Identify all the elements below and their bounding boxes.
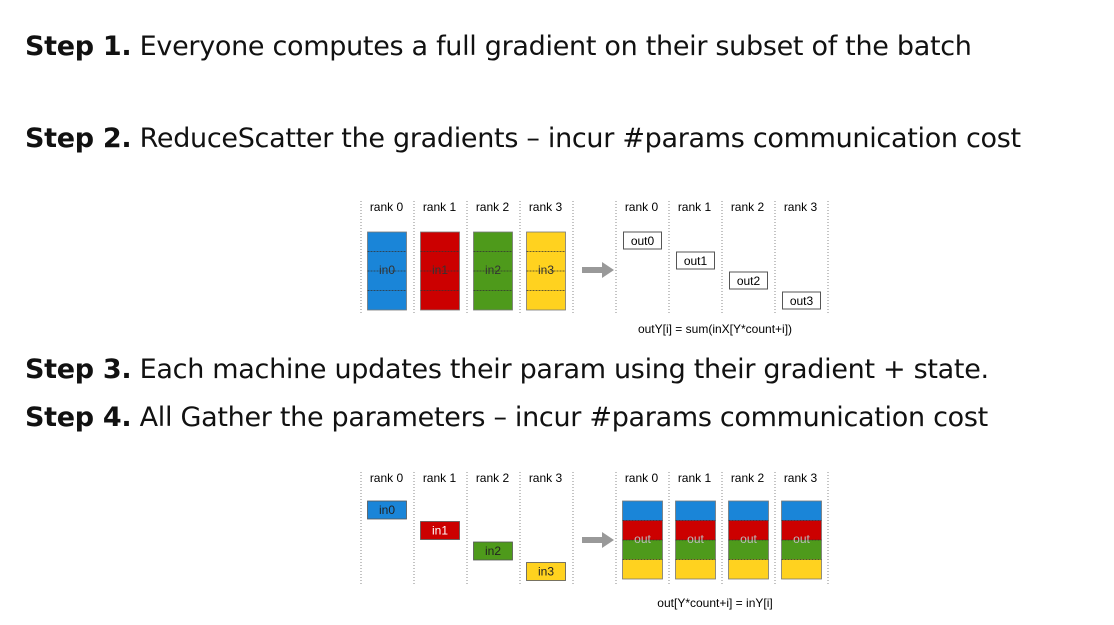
right-arrow-icon xyxy=(582,262,614,278)
bar-segment-3 xyxy=(675,559,716,579)
arrow-shape xyxy=(582,532,614,548)
bar-segment-3 xyxy=(728,559,769,579)
rank-label-0: rank 0 xyxy=(370,200,404,214)
step-4: Step 4. All Gather the parameters – incu… xyxy=(25,402,988,433)
step-3: Step 3. Each machine updates their param… xyxy=(25,354,989,385)
bar-segment-3 xyxy=(622,559,663,579)
step-4-label: Step 4. xyxy=(25,402,132,433)
step-4-text: All Gather the parameters – incur #param… xyxy=(139,402,989,433)
input-label-3: in3 xyxy=(538,565,554,579)
rank-label-3: rank 3 xyxy=(784,471,818,485)
bar-segment-0 xyxy=(473,232,513,252)
rank-label-0: rank 0 xyxy=(370,471,404,485)
rank-label-0: rank 0 xyxy=(625,200,659,214)
rank-label-0: rank 0 xyxy=(625,471,659,485)
step-1-text: Everyone computes a full gradient on the… xyxy=(139,31,972,62)
input-label-0: in0 xyxy=(379,263,395,277)
output-box-3: out3 xyxy=(782,291,821,310)
step-3-text: Each machine updates their param using t… xyxy=(139,354,989,385)
bar-segment-3 xyxy=(367,290,407,310)
all-gather-svg: rank 0 rank 1 rank 2 rank 3 rank 0 rank 1 rank… xyxy=(360,471,829,610)
rank-label-1: rank 1 xyxy=(678,200,712,214)
output-label-2: out xyxy=(740,532,757,546)
rank-label-1: rank 1 xyxy=(423,200,457,214)
rank-label-2: rank 2 xyxy=(731,471,765,485)
input-box-1: in1 xyxy=(420,521,460,540)
step-1-label: Step 1. xyxy=(25,31,132,62)
bar-segment-0 xyxy=(622,501,663,521)
bar-segment-3 xyxy=(526,290,566,310)
output-label-1: out1 xyxy=(684,254,708,268)
rank-label-2: rank 2 xyxy=(476,471,510,485)
bar-segment-0 xyxy=(420,232,460,252)
step-2-text: ReduceScatter the gradients – incur #par… xyxy=(139,123,1021,154)
output-label-1: out xyxy=(687,532,704,546)
rank-label-2: rank 2 xyxy=(476,200,510,214)
output-label-0: out xyxy=(634,532,651,546)
input-label-1: in1 xyxy=(432,263,448,277)
bar-segment-0 xyxy=(728,501,769,521)
all-gather-formula: out[Y*count+i] = inY[i] xyxy=(657,596,772,610)
rank-label-3: rank 3 xyxy=(784,200,818,214)
step-2-label: Step 2. xyxy=(25,123,132,154)
bar-segment-3 xyxy=(420,290,460,310)
rank-label-1: rank 1 xyxy=(423,471,457,485)
input-box-3: in3 xyxy=(526,562,566,581)
reduce-scatter-diagram: rank 0 rank 1 rank 2 rank 3 rank 0 rank 1 rank… xyxy=(360,195,835,343)
bar-segment-0 xyxy=(675,501,716,521)
output-label-2: out2 xyxy=(737,274,761,288)
rank-label-1: rank 1 xyxy=(678,471,712,485)
bar-segment-3 xyxy=(473,290,513,310)
input-label-2: in2 xyxy=(485,263,501,277)
output-box-0: out0 xyxy=(623,231,662,250)
input-label-2: in2 xyxy=(485,544,501,558)
bar-segment-0 xyxy=(781,501,822,521)
input-box-0: in0 xyxy=(367,500,407,520)
right-arrow-icon xyxy=(582,532,614,548)
bar-segment-0 xyxy=(526,232,566,252)
rank-label-3: rank 3 xyxy=(529,471,563,485)
rank-label-2: rank 2 xyxy=(731,200,765,214)
step-2: Step 2. ReduceScatter the gradients – in… xyxy=(25,123,1021,154)
input-label-1: in1 xyxy=(432,524,448,538)
input-label-3: in3 xyxy=(538,263,554,277)
output-label-0: out0 xyxy=(631,234,655,248)
output-label-3: out xyxy=(793,532,810,546)
input-box-2: in2 xyxy=(473,541,513,561)
bar-segment-0 xyxy=(367,232,407,252)
step-3-label: Step 3. xyxy=(25,354,132,385)
all-gather-diagram: rank 0 rank 1 rank 2 rank 3 rank 0 rank 1 rank… xyxy=(360,466,835,616)
rank-label-3: rank 3 xyxy=(529,200,563,214)
reduce-scatter-formula: outY[i] = sum(inX[Y*count+i]) xyxy=(638,322,792,336)
reduce-scatter-svg: rank 0 rank 1 rank 2 rank 3 rank 0 rank 1 rank… xyxy=(360,200,829,336)
bar-segment-3 xyxy=(781,559,822,579)
output-box-1: out1 xyxy=(676,251,715,270)
output-label-3: out3 xyxy=(790,294,814,308)
output-box-2: out2 xyxy=(729,271,768,290)
arrow-shape xyxy=(582,262,614,278)
step-1: Step 1. Everyone computes a full gradien… xyxy=(25,31,972,62)
input-label-0: in0 xyxy=(379,503,395,517)
